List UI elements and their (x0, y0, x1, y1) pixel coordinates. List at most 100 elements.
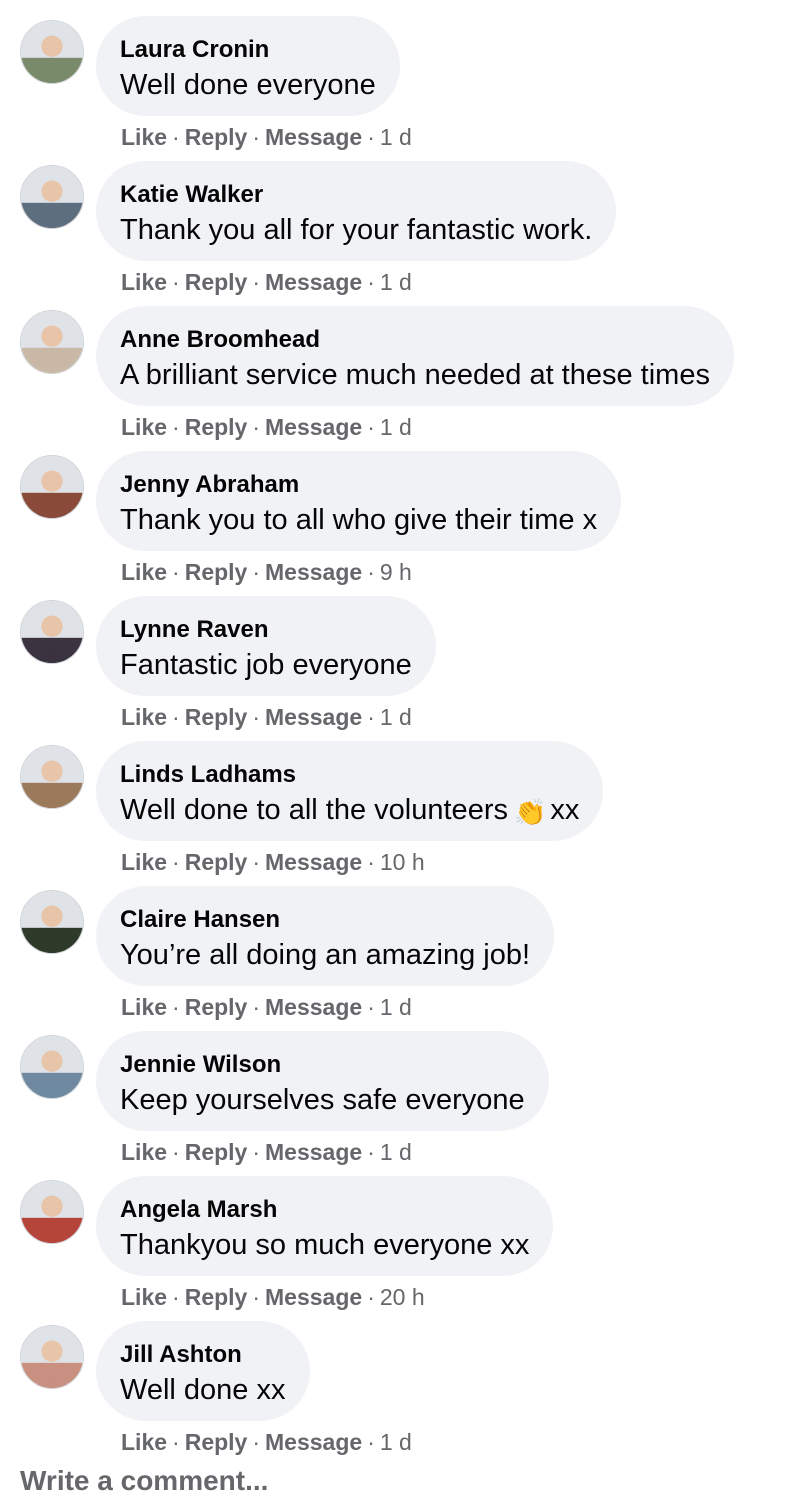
avatar[interactable] (20, 1325, 84, 1389)
comment-author-link[interactable]: Laura Cronin (120, 36, 269, 64)
separator-dot: · (172, 704, 180, 730)
like-button[interactable]: Like (121, 849, 167, 875)
avatar-photo-icon (21, 1036, 83, 1098)
avatar[interactable] (20, 600, 84, 664)
comment-bubble: Linds Ladhams Well done to all the volunt… (96, 741, 604, 841)
avatar-photo-icon (21, 311, 83, 373)
message-button[interactable]: Message (265, 1429, 362, 1455)
comment-author-link[interactable]: Claire Hansen (120, 906, 280, 934)
separator-dot: · (367, 414, 375, 440)
comment-timestamp[interactable]: 1 d (380, 1139, 412, 1165)
reply-button[interactable]: Reply (185, 849, 248, 875)
separator-dot: · (252, 269, 261, 295)
comment-author-link[interactable]: Jenny Abraham (120, 471, 299, 499)
comment-text-line: Fantastic job everyone (120, 648, 412, 682)
comment-author-link[interactable]: Anne Broomhead (120, 326, 320, 354)
comment-item: Claire Hansen You’re all doing an amazing… (0, 886, 792, 1031)
clapping-hands-icon: 👏 (513, 797, 547, 827)
comment-actions: Like · Reply · Message · 1 d (121, 1427, 412, 1457)
separator-dot: · (367, 124, 375, 150)
like-button[interactable]: Like (121, 1429, 167, 1455)
avatar[interactable] (20, 745, 84, 809)
like-button[interactable]: Like (121, 994, 167, 1020)
comment-timestamp[interactable]: 1 d (380, 124, 412, 150)
reply-button[interactable]: Reply (185, 1284, 248, 1310)
like-button[interactable]: Like (121, 269, 167, 295)
message-button[interactable]: Message (265, 559, 362, 585)
comment-actions: Like · Reply · Message · 1 d (121, 412, 412, 442)
avatar-photo-icon (21, 891, 83, 953)
avatar[interactable] (20, 890, 84, 954)
reply-button[interactable]: Reply (185, 704, 248, 730)
message-button[interactable]: Message (265, 1284, 362, 1310)
reply-button[interactable]: Reply (185, 559, 248, 585)
like-button[interactable]: Like (121, 1284, 167, 1310)
separator-dot: · (252, 414, 261, 440)
comment-author-link[interactable]: Lynne Raven (120, 616, 269, 644)
message-button[interactable]: Message (265, 414, 362, 440)
comment-item: Lynne Raven Fantastic job everyone Like · Re… (0, 596, 792, 741)
comment-item: Jill Ashton Well done xx Like · Reply · Messag… (0, 1321, 792, 1466)
message-button[interactable]: Message (265, 849, 362, 875)
comment-bubble: Katie Walker Thank you all for your fanta… (96, 161, 617, 261)
reply-button[interactable]: Reply (185, 994, 248, 1020)
comment-actions: Like · Reply · Message · 20 h (121, 1282, 425, 1312)
comment-item: Jennie Wilson Keep yourselves safe everyo… (0, 1031, 792, 1176)
reply-button[interactable]: Reply (185, 1139, 248, 1165)
avatar[interactable] (20, 20, 84, 84)
like-button[interactable]: Like (121, 1139, 167, 1165)
message-button[interactable]: Message (265, 1139, 362, 1165)
comment-timestamp[interactable]: 1 d (380, 269, 412, 295)
like-button[interactable]: Like (121, 704, 167, 730)
avatar[interactable] (20, 1180, 84, 1244)
comment-timestamp[interactable]: 1 d (380, 704, 412, 730)
separator-dot: · (252, 1139, 261, 1165)
message-button[interactable]: Message (265, 269, 362, 295)
comment-item: Laura Cronin Well done everyone Like · Reply… (0, 16, 792, 161)
avatar[interactable] (20, 310, 84, 374)
comment-timestamp[interactable]: 10 h (380, 849, 425, 875)
like-button[interactable]: Like (121, 124, 167, 150)
comment-text-line: Well done to all the volunteers 👏 xx (120, 793, 579, 829)
comment-author-link[interactable]: Jill Ashton (120, 1341, 242, 1369)
comment-author-link[interactable]: Jennie Wilson (120, 1051, 281, 1079)
comment-text-line: A brilliant service much needed at these… (120, 358, 710, 392)
avatar[interactable] (20, 455, 84, 519)
write-comment-input[interactable]: Write a comment... (20, 1464, 268, 1498)
message-button[interactable]: Message (265, 124, 362, 150)
separator-dot: · (252, 1284, 261, 1310)
comment-timestamp[interactable]: 20 h (380, 1284, 425, 1310)
comment-timestamp[interactable]: 1 d (380, 994, 412, 1020)
separator-dot: · (172, 849, 180, 875)
comment-text: Keep yourselves safe everyone (120, 1084, 525, 1116)
reply-button[interactable]: Reply (185, 124, 248, 150)
avatar[interactable] (20, 165, 84, 229)
like-button[interactable]: Like (121, 414, 167, 440)
comment-actions: Like · Reply · Message · 1 d (121, 1137, 412, 1167)
comment-author-link[interactable]: Katie Walker (120, 181, 263, 209)
comment-actions: Like · Reply · Message · 1 d (121, 702, 412, 732)
comment-text-suffix: xx (550, 794, 580, 826)
separator-dot: · (252, 994, 261, 1020)
reply-button[interactable]: Reply (185, 414, 248, 440)
comment-timestamp[interactable]: 1 d (380, 414, 412, 440)
comment-text: Thank you all for your fantastic work. (120, 214, 593, 246)
avatar[interactable] (20, 1035, 84, 1099)
avatar-photo-icon (21, 1326, 83, 1388)
comment-timestamp[interactable]: 9 h (380, 559, 412, 585)
reply-button[interactable]: Reply (185, 269, 248, 295)
comment-author-link[interactable]: Angela Marsh (120, 1196, 277, 1224)
comment-timestamp[interactable]: 1 d (380, 1429, 412, 1455)
reply-button[interactable]: Reply (185, 1429, 248, 1455)
separator-dot: · (252, 704, 261, 730)
message-button[interactable]: Message (265, 994, 362, 1020)
comment-author-link[interactable]: Linds Ladhams (120, 761, 296, 789)
comment-bubble: Jill Ashton Well done xx (96, 1321, 310, 1421)
like-button[interactable]: Like (121, 559, 167, 585)
comment-actions: Like · Reply · Message · 1 d (121, 267, 412, 297)
message-button[interactable]: Message (265, 704, 362, 730)
separator-dot: · (252, 124, 261, 150)
separator-dot: · (367, 849, 375, 875)
comment-bubble: Jenny Abraham Thank you to all who give t… (96, 451, 622, 551)
comment-text: Thankyou so much everyone xx (120, 1229, 530, 1261)
